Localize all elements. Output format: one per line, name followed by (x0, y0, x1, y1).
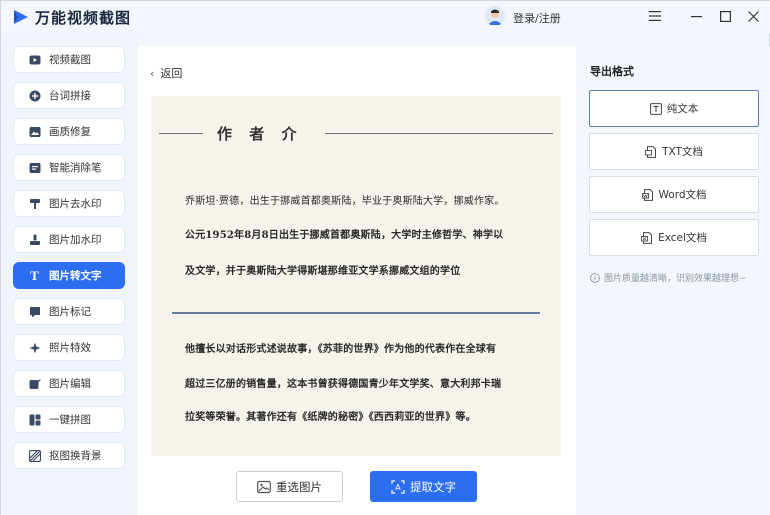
hamburger-icon (649, 11, 661, 21)
sidebar-item-eraser-pen[interactable]: 智能消除笔 (13, 154, 125, 181)
format-option-label: Word文档 (658, 189, 707, 201)
sidebar-item-label: 抠图换背景 (49, 450, 102, 462)
format-option-label: TXT文档 (662, 146, 703, 158)
eraser-pen-icon (28, 161, 41, 174)
maximize-icon (719, 10, 731, 22)
close-button[interactable] (742, 5, 764, 27)
info-icon (590, 272, 600, 283)
format-option-label: 纯文本 (666, 103, 699, 115)
maximize-button[interactable] (714, 5, 736, 27)
sidebar-item-label: 图片转文字 (49, 270, 102, 282)
remove-watermark-icon (28, 197, 41, 210)
app-window: 万能视频截图 登录/注册 视频截图 台词拼接 画质修复 智能消除笔 图片去水印 … (0, 0, 770, 515)
image-edit-icon (28, 377, 41, 390)
image-mark-icon (28, 305, 41, 318)
subtitle-stitch-icon (28, 89, 41, 102)
sidebar-item-remove-watermark[interactable]: 图片去水印 (13, 190, 125, 217)
cutout-background-icon (28, 449, 41, 462)
preview-text-line: 公元1952年8月8日出生于挪威首都奥斯陆，大学时主修哲学、神学以 (185, 230, 504, 241)
title-rule-left (159, 133, 203, 134)
sidebar-item-label: 一键拼图 (49, 414, 91, 426)
avatar[interactable] (485, 6, 505, 26)
quality-hint-text: 图片质量越清晰，识别效果越理想~ (604, 274, 747, 284)
title-bar: 万能视频截图 登录/注册 (1, 1, 770, 34)
sidebar-item-label: 图片编辑 (49, 378, 91, 390)
sidebar-item-video-screenshot[interactable]: 视频截图 (13, 46, 125, 73)
sidebar-item-label: 照片特效 (49, 342, 91, 354)
sidebar-item-cutout-background[interactable]: 抠图换背景 (13, 442, 125, 469)
sidebar-item-collage[interactable]: 一键拼图 (13, 406, 125, 433)
back-button[interactable]: ‹ 返回 (150, 65, 182, 81)
close-icon (747, 10, 759, 22)
preview-text-line: 及文学，并于奥斯陆大学得斯堪那维亚文学系挪威文组的学位 (185, 266, 461, 277)
minimize-icon (690, 15, 702, 17)
quality-hint: 图片质量越清晰，识别效果越理想~ (590, 271, 747, 284)
word-doc-icon (641, 188, 654, 201)
reselect-image-label: 重选图片 (276, 479, 322, 494)
sidebar-item-label: 图片标记 (49, 306, 91, 318)
preview-text-line: 拉奖等荣誉。其著作还有《纸牌的秘密》《西西莉亚的世界》等。 (185, 412, 476, 423)
image-preview: 作 者 介 乔斯坦·贾德，出生于挪威首都奥斯陆，毕业于奥斯陆大学，挪威作家。 公… (151, 96, 561, 456)
extract-text-label: 提取文字 (410, 479, 456, 494)
sidebar: 视频截图 台词拼接 画质修复 智能消除笔 图片去水印 图片加水印 T 图片转文字 (1, 34, 138, 515)
export-format-title: 导出格式 (590, 65, 634, 78)
format-option-label: Excel文档 (658, 232, 707, 244)
main-panel: ‹ 返回 作 者 介 乔斯坦·贾德，出生于挪威首都奥斯陆，毕业于奥斯陆大学，挪威… (138, 46, 576, 515)
sidebar-item-label: 图片去水印 (49, 198, 102, 210)
sidebar-item-photo-effects[interactable]: 照片特效 (13, 334, 125, 361)
text-t-icon: T (30, 267, 39, 283)
sidebar-item-image-to-text[interactable]: T 图片转文字 (13, 262, 125, 289)
sidebar-item-image-edit[interactable]: 图片编辑 (13, 370, 125, 397)
sidebar-item-add-watermark[interactable]: 图片加水印 (13, 226, 125, 253)
sidebar-item-label: 台词拼接 (49, 90, 91, 102)
app-title: 万能视频截图 (35, 9, 132, 27)
back-label: 返回 (160, 67, 183, 80)
scan-text-icon: A (391, 479, 405, 494)
video-screenshot-icon (28, 53, 41, 66)
preview-text-line: 乔斯坦·贾德，出生于挪威首都奥斯陆，毕业于奥斯陆大学，挪威作家。 (185, 196, 505, 207)
minimize-button[interactable] (685, 5, 707, 27)
chevron-left-icon: ‹ (150, 66, 155, 80)
extract-text-button[interactable]: A 提取文字 (370, 471, 477, 502)
txt-doc-icon (645, 145, 657, 158)
photo-effects-icon (28, 341, 41, 354)
document-image: 作 者 介 乔斯坦·贾德，出生于挪威首都奥斯陆，毕业于奥斯陆大学，挪威作家。 公… (151, 96, 561, 456)
menu-button[interactable] (644, 5, 666, 27)
preview-title: 作 者 介 (217, 125, 303, 143)
sidebar-item-label: 智能消除笔 (49, 162, 102, 174)
login-register-link[interactable]: 登录/注册 (513, 10, 561, 26)
format-option-txt[interactable]: TXT文档 (589, 133, 759, 170)
format-option-plain-text[interactable]: 纯文本 (589, 90, 759, 127)
image-icon (257, 480, 271, 494)
excel-doc-icon (641, 231, 653, 244)
sidebar-item-label: 图片加水印 (49, 234, 102, 246)
sidebar-item-quality-repair[interactable]: 画质修复 (13, 118, 125, 145)
reselect-image-button[interactable]: 重选图片 (236, 471, 343, 502)
app-logo-icon (14, 10, 28, 24)
format-option-word[interactable]: Word文档 (589, 176, 759, 213)
svg-text:A: A (395, 483, 401, 492)
sidebar-item-label: 画质修复 (49, 126, 91, 138)
add-watermark-icon (28, 233, 41, 246)
preview-divider (172, 312, 540, 314)
format-option-excel[interactable]: Excel文档 (589, 219, 759, 256)
preview-text-line: 超过三亿册的销售量，这本书曾获得德国青少年文学奖、意大利邦卡瑞 (185, 379, 502, 390)
sidebar-item-subtitle-stitch[interactable]: 台词拼接 (13, 82, 125, 109)
collage-icon (28, 413, 41, 426)
sidebar-item-image-mark[interactable]: 图片标记 (13, 298, 125, 325)
plain-text-icon (649, 102, 662, 115)
sidebar-item-label: 视频截图 (49, 54, 91, 66)
quality-repair-icon (28, 125, 41, 138)
export-panel: 导出格式 纯文本 TXT文档 Word文档 Excel文档 图片质量越清晰，识别… (576, 46, 770, 515)
title-rule-right (325, 133, 553, 134)
preview-text-line: 他擅长以对话形式述说故事，《苏菲的世界》作为他的代表作在全球有 (185, 344, 497, 355)
